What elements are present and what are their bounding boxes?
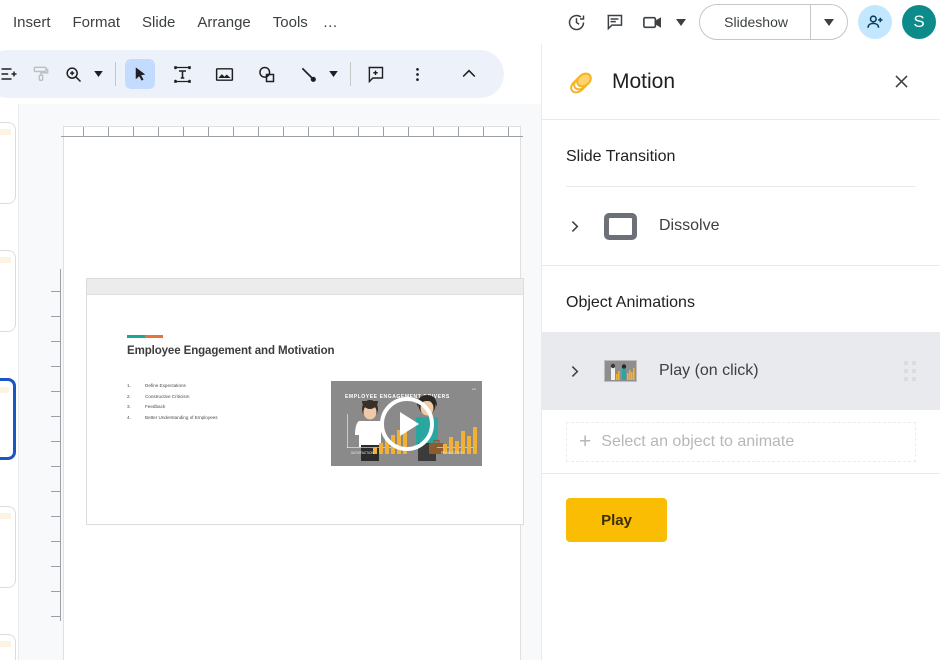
add-person-icon[interactable] [858, 5, 892, 39]
bullet-text: Define Expectations [145, 383, 186, 388]
play-button-icon[interactable] [379, 396, 434, 451]
menu-slide[interactable]: Slide [131, 10, 186, 35]
slide-bullet-list: 1. Define Expectations 2. Constructive C… [127, 381, 218, 423]
slide-video-object[interactable]: EMPLOYEE ENGAGEMENT DRIVERS ●● SATISFACT… [331, 381, 482, 466]
chevron-right-icon[interactable] [566, 363, 594, 380]
slide-transition-row[interactable]: Dissolve [542, 187, 940, 265]
present-caret-icon[interactable] [673, 9, 689, 35]
video-corner-logo-icon: ●● [471, 387, 476, 391]
menu-bar: Insert Format Slide Arrange Tools … Slid… [0, 0, 940, 44]
comment-icon[interactable] [597, 5, 631, 39]
object-animations-heading: Object Animations [566, 294, 695, 311]
list-item: 4. Better Understanding of Employees [127, 413, 218, 424]
add-animation-row[interactable]: + Select an object to animate [542, 410, 940, 474]
present-video-icon[interactable] [635, 5, 669, 39]
more-options-icon[interactable] [402, 59, 432, 89]
object-animation-label: Play (on click) [659, 362, 759, 379]
add-comment-icon[interactable] [360, 59, 390, 89]
slide-thumbnail-3-selected[interactable] [0, 378, 16, 460]
slide-title: Employee Engagement and Motivation [127, 345, 335, 357]
thumbnail-accent [0, 513, 11, 519]
bullet-number: 4. [127, 414, 131, 420]
toolbar-divider-1 [115, 62, 116, 86]
bar-chart-right [443, 427, 477, 454]
slide-filmstrip[interactable] [0, 104, 18, 660]
thumbnail-accent [0, 641, 11, 647]
history-clock-icon[interactable] [559, 5, 593, 39]
motion-panel: Motion Slide Transition Dissolve Object … [541, 44, 940, 660]
play-triangle [400, 411, 419, 436]
bullet-text: Constructive Criticism [145, 393, 190, 399]
select-cursor-icon[interactable] [125, 59, 155, 89]
bullet-text: Better Understanding of Employees [145, 414, 218, 420]
slide-header-band [87, 279, 523, 295]
paint-format-icon[interactable] [26, 59, 56, 89]
ruler-baseline [60, 269, 61, 621]
chart-axis-left-v [347, 414, 348, 448]
zoom-icon[interactable] [58, 59, 88, 89]
bullet-number: 3. [127, 404, 131, 409]
collapse-toolbar-icon[interactable] [454, 59, 484, 89]
menu-format[interactable]: Format [62, 10, 132, 35]
slide-transition-heading: Slide Transition [566, 148, 676, 165]
plus-icon: + [579, 430, 592, 453]
line-icon[interactable] [293, 59, 323, 89]
menu-insert[interactable]: Insert [2, 10, 62, 35]
slide-thumbnail-2[interactable] [0, 250, 16, 332]
slide-accent-bar [127, 335, 163, 338]
slide-thumbnail-4[interactable] [0, 506, 16, 588]
slide-thumbnail-5[interactable] [0, 634, 16, 660]
play-button-wrapper: Play [542, 474, 940, 566]
text-wrap-icon[interactable] [0, 59, 24, 89]
text-box-icon[interactable] [167, 59, 197, 89]
bullet-number: 2. [127, 393, 131, 399]
slide-transition-type-label: Dissolve [659, 217, 720, 234]
line-caret-icon[interactable] [325, 61, 341, 87]
menu-bar-right-controls: Slideshow S [559, 0, 940, 44]
slide-thumbnail-1[interactable] [0, 122, 16, 204]
toolbar-wrapper [0, 46, 524, 102]
slide-canvas-area[interactable]: Employee Engagement and Motivation 1. De… [18, 104, 541, 660]
slideshow-button[interactable]: Slideshow [699, 4, 848, 40]
object-thumbnail-icon [604, 360, 637, 382]
insert-image-icon[interactable] [209, 59, 239, 89]
motion-discs-icon [566, 67, 596, 97]
play-button[interactable]: Play [566, 498, 667, 542]
object-animation-row[interactable]: Play (on click) [542, 332, 940, 410]
menu-tools[interactable]: Tools [262, 10, 319, 35]
ruler-baseline [61, 136, 523, 137]
chart-caption-left: SATISFACTION [351, 451, 374, 455]
shape-icon[interactable] [251, 59, 281, 89]
bullet-text: Feedback [145, 404, 166, 409]
panel-title: Motion [612, 69, 676, 93]
transition-dissolve-icon [604, 212, 637, 240]
thumbnail-accent [0, 387, 9, 393]
add-animation-label: Select an object to animate [601, 432, 795, 450]
drag-handle-icon[interactable] [904, 361, 916, 381]
vertical-ruler[interactable] [45, 269, 61, 621]
thumbnail-accent [0, 257, 11, 263]
menu-items: Insert Format Slide Arrange Tools … [0, 10, 343, 35]
menu-arrange[interactable]: Arrange [186, 10, 261, 35]
chevron-right-icon[interactable] [566, 218, 594, 235]
chart-caption-right: PRODUCTIVITY [441, 451, 465, 455]
toolbar-divider-2 [350, 62, 351, 86]
slideshow-chevron-down-icon[interactable] [811, 5, 847, 39]
avatar[interactable]: S [902, 5, 936, 39]
menu-more-button[interactable]: … [319, 10, 343, 35]
horizontal-ruler[interactable] [61, 121, 523, 137]
main-toolbar [0, 50, 504, 98]
zoom-caret-icon[interactable] [90, 61, 106, 87]
list-item: 2. Constructive Criticism [127, 392, 218, 403]
add-animation-box[interactable]: + Select an object to animate [566, 421, 916, 462]
motion-panel-header: Motion [542, 44, 940, 120]
close-icon[interactable] [886, 67, 916, 97]
list-item: 1. Define Expectations [127, 381, 218, 392]
slideshow-label: Slideshow [724, 14, 788, 30]
list-item: 3. Feedback [127, 402, 218, 413]
thumbnail-accent [0, 129, 11, 135]
slides-editor-window: Insert Format Slide Arrange Tools … Slid… [0, 0, 940, 660]
current-slide[interactable]: Employee Engagement and Motivation 1. De… [86, 278, 524, 525]
bullet-number: 1. [127, 383, 131, 388]
